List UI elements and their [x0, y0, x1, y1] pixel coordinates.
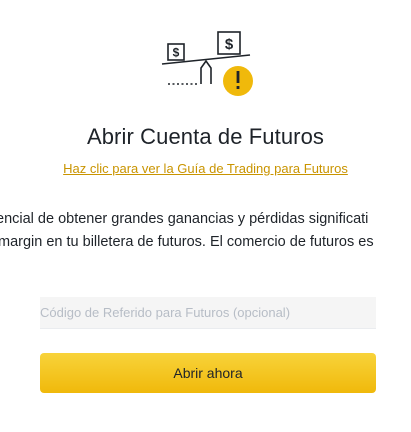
- risk-warning-text: encial de obtener grandes ganancias y pé…: [0, 208, 411, 254]
- open-now-button[interactable]: Abrir ahora: [40, 353, 376, 393]
- svg-text:$: $: [173, 46, 180, 60]
- svg-text:$: $: [225, 36, 234, 53]
- futures-seesaw-illustration: $ $: [161, 31, 253, 96]
- warning-icon: [223, 66, 253, 96]
- seesaw-pivot: [200, 59, 212, 84]
- open-futures-account-modal: $ $ Abrir Cuenta de Futuros Haz clic par…: [0, 0, 411, 432]
- dollar-box-large-icon: $: [217, 31, 241, 55]
- risk-warning-line: margin en tu billetera de futuros. El co…: [0, 234, 374, 250]
- dollar-box-small-icon: $: [167, 43, 185, 61]
- futures-trading-guide-link[interactable]: Haz clic para ver la Guía de Trading par…: [0, 161, 411, 176]
- referral-code-input[interactable]: [40, 297, 376, 329]
- page-title: Abrir Cuenta de Futuros: [86, 124, 325, 149]
- risk-warning-line: encial de obtener grandes ganancias y pé…: [0, 211, 369, 227]
